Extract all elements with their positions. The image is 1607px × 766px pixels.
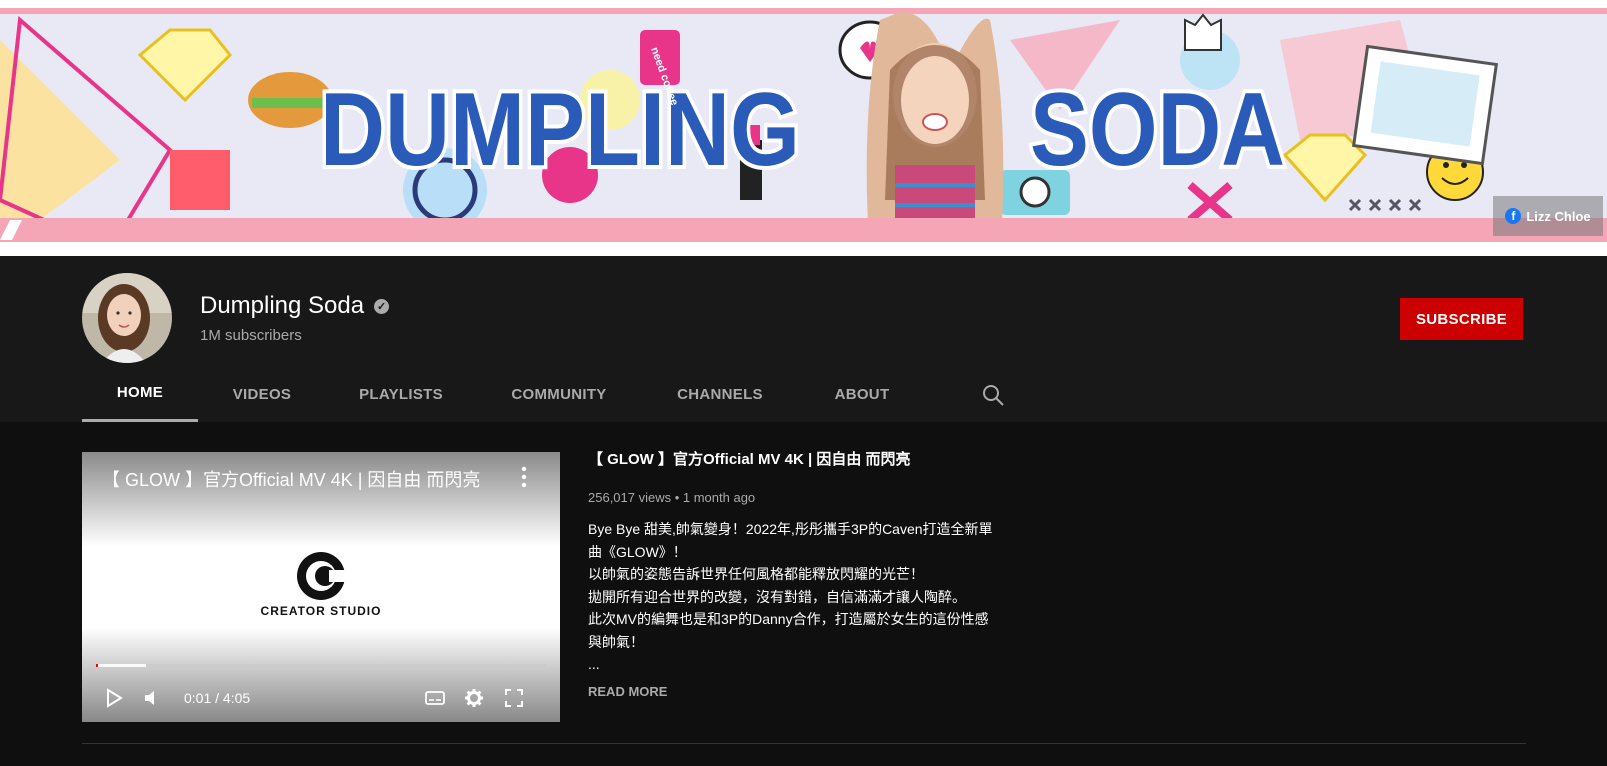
channel-name-row: Dumpling Soda ✓ [200, 292, 390, 320]
featured-video-meta: 256,017 views • 1 month ago [588, 490, 756, 505]
banner-social-link-facebook[interactable]: f Lizz Chloe [1493, 196, 1603, 236]
description-line: 與帥氣！ [588, 633, 644, 650]
description-line: Bye Bye 甜美,帥氣變身！2022年,彤彤攜手3P的Caven打造全新單 [588, 521, 993, 537]
subscriber-count: 1M subscribers [200, 327, 302, 344]
fullscreen-icon[interactable] [504, 688, 524, 708]
tab-home[interactable]: HOME [82, 366, 198, 422]
social-link-label: Lizz Chloe [1526, 208, 1591, 224]
progress-played [96, 664, 98, 667]
description-line: 曲《GLOW》！ [588, 543, 687, 560]
creator-studio-text: CREATOR STUDIO [260, 604, 382, 618]
tab-community[interactable]: COMMUNITY [476, 366, 642, 422]
channel-tabs: HOME VIDEOS PLAYLISTS COMMUNITY CHANNELS… [82, 366, 926, 422]
tab-videos[interactable]: VIDEOS [198, 366, 326, 422]
progress-buffered [96, 664, 146, 667]
featured-video-title[interactable]: 【 GLOW 】官方Official MV 4K | 因自由 而閃亮 [588, 448, 911, 469]
play-icon[interactable] [104, 688, 124, 708]
read-more-link[interactable]: READ MORE [588, 684, 667, 699]
creator-studio-logo-icon [297, 552, 349, 600]
channel-avatar[interactable] [82, 273, 172, 363]
subscribe-button[interactable]: SUBSCRIBE [1400, 298, 1523, 340]
tab-about[interactable]: ABOUT [798, 366, 926, 422]
search-icon[interactable] [982, 384, 1004, 406]
more-vert-icon[interactable] [520, 466, 528, 488]
volume-icon[interactable] [142, 688, 162, 708]
tab-channels[interactable]: CHANNELS [642, 366, 798, 422]
section-divider [82, 743, 1526, 744]
description-line: 此次MV的編舞也是和3P的Danny合作，打造屬於女生的這份性感 [588, 611, 989, 627]
channel-header: Dumpling Soda ✓ 1M subscribers SUBSCRIBE… [0, 256, 1607, 422]
banner-logo-word-1: DUMPLING [320, 72, 800, 188]
video-time: 0:01 / 4:05 [184, 690, 251, 706]
banner-logo-word-2: SODA [1030, 72, 1285, 188]
settings-gear-icon[interactable] [464, 688, 484, 708]
player-title[interactable]: 【 GLOW 】官方Official MV 4K | 因自由 而閃亮 [102, 466, 482, 492]
description-line: 拋開所有迎合世界的改變，沒有對錯，自信滿滿才讓人陶醉。 [588, 588, 966, 605]
tab-playlists[interactable]: PLAYLISTS [326, 366, 476, 422]
description-line: ... [588, 656, 600, 672]
channel-banner: DUMPLING SODA need coffee f Lizz Chloe [0, 0, 1607, 256]
avatar-image [82, 273, 172, 363]
featured-video-player[interactable]: 【 GLOW 】官方Official MV 4K | 因自由 而閃亮 CREAT… [82, 452, 560, 722]
facebook-icon: f [1505, 208, 1522, 224]
featured-video-description: Bye Bye 甜美,帥氣變身！2022年,彤彤攜手3P的Caven打造全新單 … [588, 518, 1036, 676]
verified-badge-icon: ✓ [374, 298, 390, 314]
progress-bar[interactable] [96, 664, 546, 667]
banner-logo-text: DUMPLING SODA need coffee [316, 46, 1289, 192]
channel-name: Dumpling Soda [200, 292, 365, 319]
description-line: 以帥氣的姿態告訴世界任何風格都能釋放閃耀的光芒！ [588, 566, 924, 582]
home-content: 【 GLOW 】官方Official MV 4K | 因自由 而閃亮 CREAT… [0, 422, 1607, 766]
captions-icon[interactable] [425, 688, 445, 708]
